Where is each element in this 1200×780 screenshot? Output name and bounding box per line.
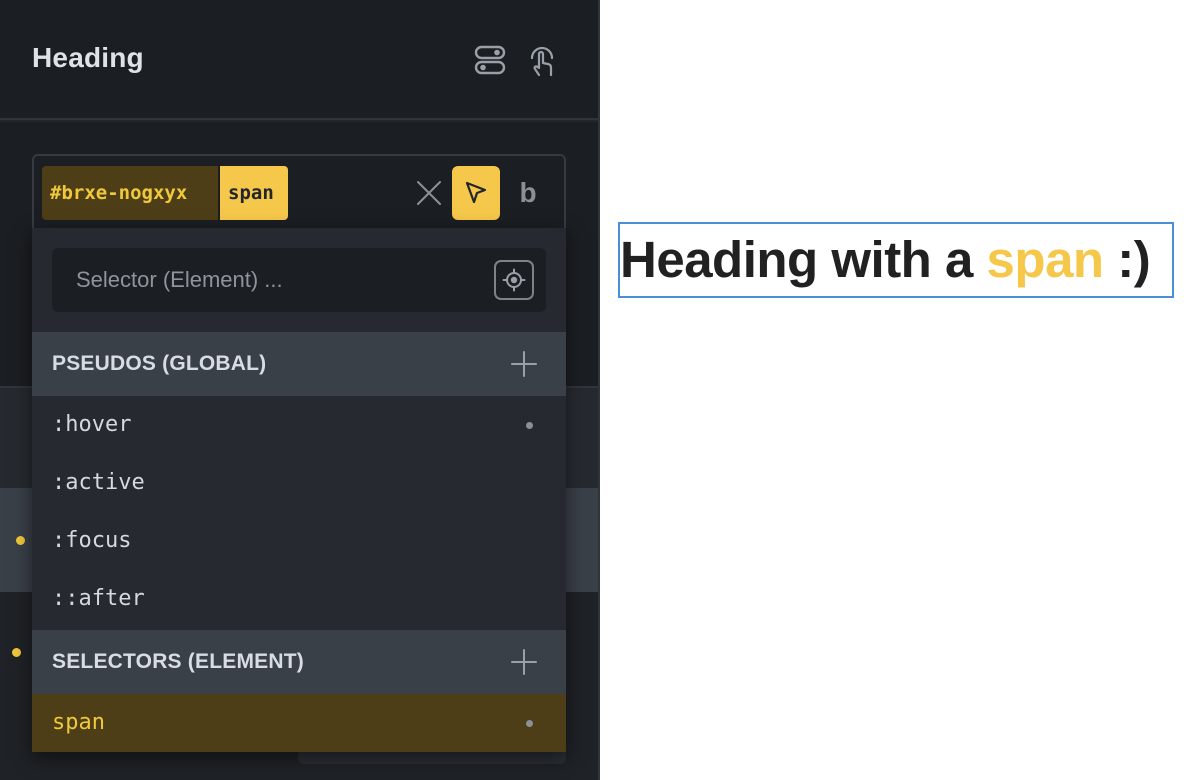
selector-search-input[interactable] [52,248,492,312]
selector-bar: #brxe-nogxyx span b [32,154,566,230]
heading-text-end: :) [1103,231,1151,288]
pseudo-item-focus[interactable]: :focus [32,512,566,570]
selector-search [52,248,546,312]
cursor-pointer-icon [465,181,487,204]
pseudo-item-label: :focus [52,528,132,553]
heading-text: Heading with a [620,231,987,288]
add-pseudo-button[interactable] [510,350,538,378]
status-dot [16,536,25,545]
pseudos-section-header: PSEUDOS (GLOBAL) [32,332,566,396]
element-selector-tag[interactable]: span [220,166,288,220]
pseudo-item-label: :hover [52,412,132,437]
element-picker-button[interactable] [452,166,500,220]
hand-pointer-icon[interactable] [524,42,560,78]
plus-icon [511,649,537,675]
pseudo-item-after[interactable]: ::after [32,570,566,628]
crosshair-icon[interactable] [494,260,534,300]
brand-button[interactable]: b [512,168,544,218]
toggle-stack-icon[interactable] [472,42,508,78]
heading-span[interactable]: span [987,231,1105,288]
plus-icon [511,351,537,377]
selector-item-span[interactable]: span [32,694,566,752]
item-dot-indicator [526,422,533,429]
close-icon[interactable] [414,178,444,208]
id-selector-tag[interactable]: #brxe-nogxyx [42,166,218,220]
preview-heading: Heading with a span :) [620,230,1151,290]
add-selector-button[interactable] [510,648,538,676]
selectors-section-header: SELECTORS (ELEMENT) [32,630,566,694]
pseudos-section-label: PSEUDOS (GLOBAL) [52,352,267,375]
item-dot-indicator [526,720,533,727]
heading-element-preview[interactable]: Heading with a span :) [618,222,1174,298]
selectors-section-label: SELECTORS (ELEMENT) [52,650,304,673]
pseudo-item-label: ::after [52,586,145,611]
pseudo-item-active[interactable]: :active [32,454,566,512]
selector-item-label: span [52,710,105,735]
panel-title: Heading [32,42,144,73]
panel-header: Heading [0,0,598,120]
selector-dropdown: PSEUDOS (GLOBAL) :hover :active :focus :… [32,228,566,752]
pseudo-item-label: :active [52,470,145,495]
status-dot [12,648,21,657]
pseudo-item-hover[interactable]: :hover [32,396,566,454]
